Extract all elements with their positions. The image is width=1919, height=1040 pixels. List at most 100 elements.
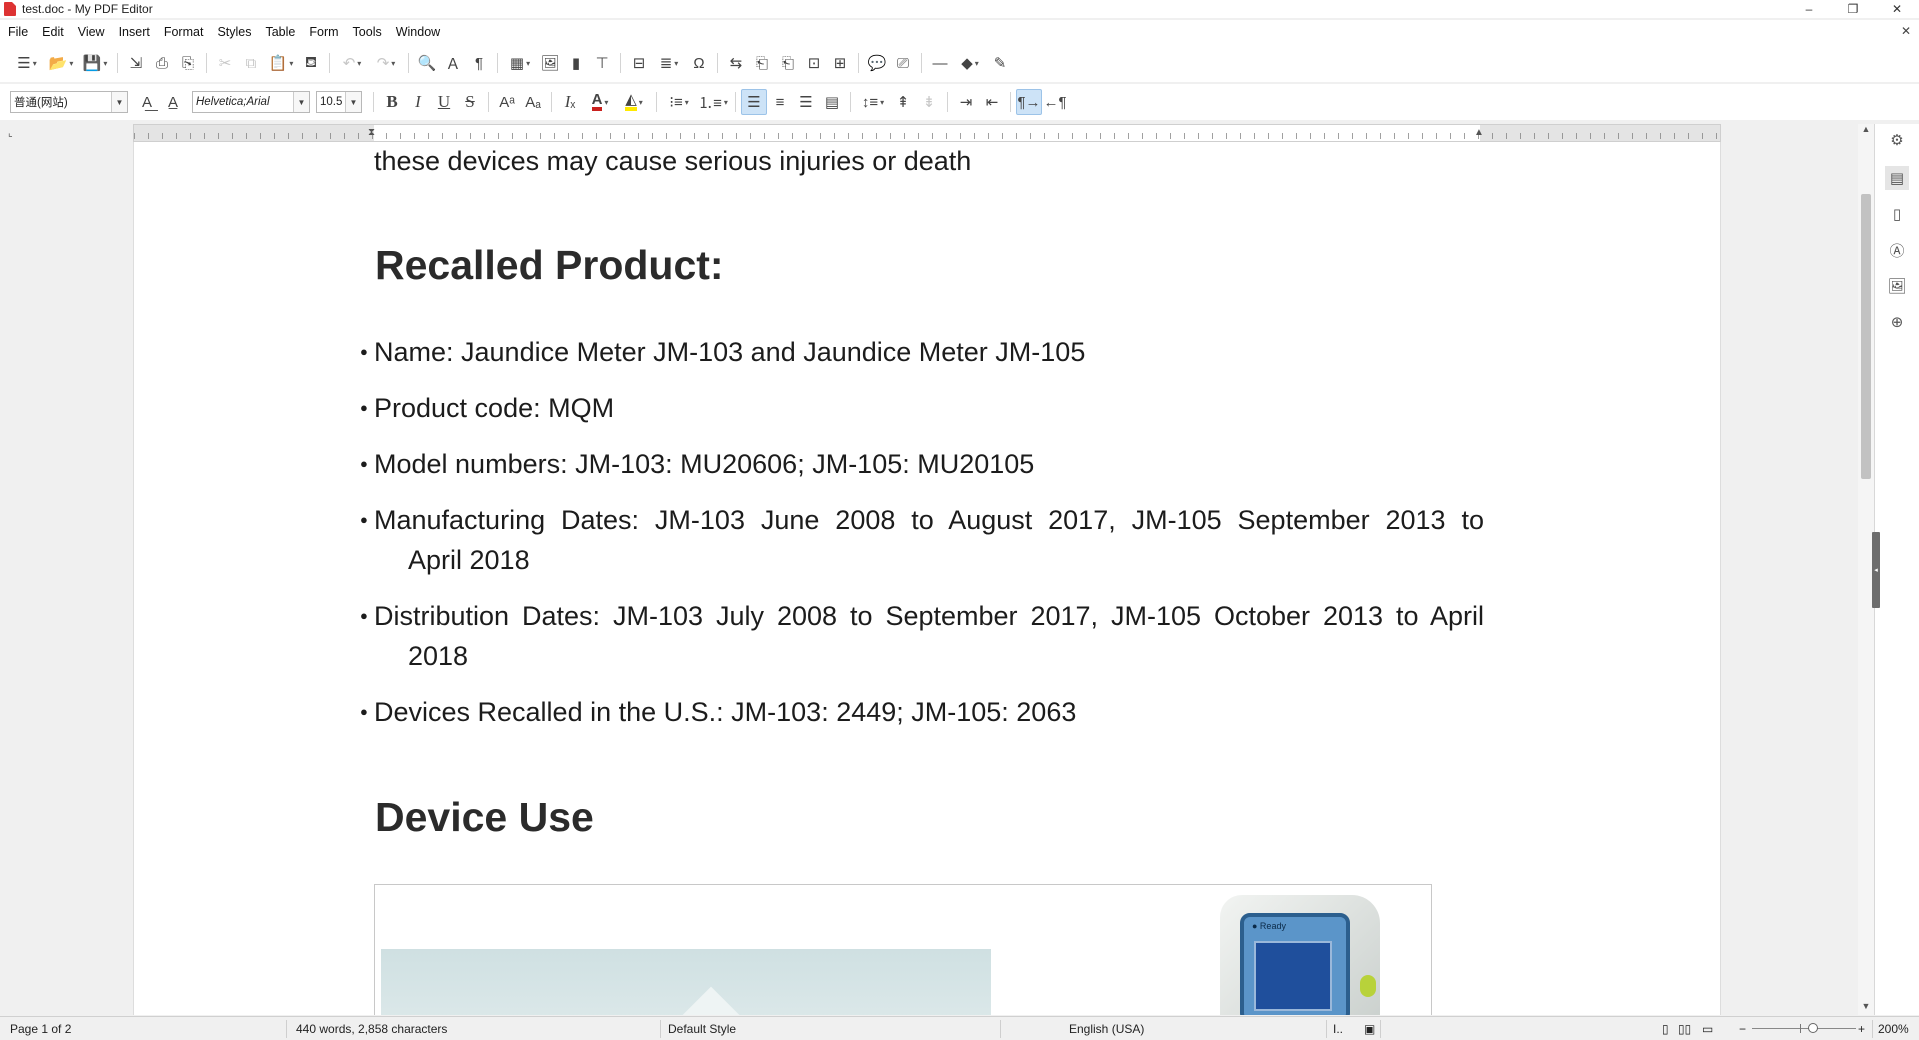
undo-icon[interactable]: ↶ [335,50,369,76]
chevron-down-icon[interactable]: ▼ [345,92,361,112]
font-color-icon[interactable]: A [583,89,617,115]
page-break-icon[interactable]: ⊟ [626,50,652,76]
single-page-view-icon[interactable]: ▯ [1662,1022,1669,1036]
track-changes-icon[interactable]: ⎚ [890,50,916,76]
properties-icon[interactable]: ▤ [1885,166,1909,190]
export-icon[interactable]: ⇲ [123,50,149,76]
comment-icon[interactable]: 💬 [864,50,890,76]
increase-paragraph-spacing-icon[interactable]: ⇞ [890,89,916,115]
underline-icon[interactable]: U [431,89,457,115]
strikethrough-icon[interactable]: S [457,89,483,115]
cut-icon[interactable]: ✂ [212,50,238,76]
word-count[interactable]: 440 words, 2,858 characters [296,1022,447,1036]
print-icon[interactable]: ⎙ [149,50,175,76]
right-indent-marker[interactable]: ▲ [1474,127,1484,138]
text-language[interactable]: English (USA) [1069,1022,1144,1036]
scroll-up-icon[interactable]: ▲ [1858,124,1874,138]
align-right-icon[interactable]: ☰ [793,89,819,115]
menu-window[interactable]: Window [389,20,447,44]
font-name-combo[interactable]: Helvetica;Arial ▼ [192,91,310,113]
menu-insert[interactable]: Insert [112,20,157,44]
find-replace-icon[interactable]: 🔍 [414,50,440,76]
numbered-list-icon[interactable]: ⒈≡ [696,89,730,115]
bold-icon[interactable]: B [379,89,405,115]
open-folder-icon[interactable]: 📂 [44,50,78,76]
tab-stop-selector[interactable]: ⌞ [8,128,13,139]
basic-shapes-icon[interactable]: ◆ [953,50,987,76]
clone-formatting-icon[interactable]: ⛾ [298,50,324,76]
menu-view[interactable]: View [71,20,112,44]
zoom-out-icon[interactable]: − [1739,1022,1746,1036]
sidebar-settings-icon[interactable]: ⚙ [1885,128,1909,152]
chevron-down-icon[interactable]: ▼ [293,92,309,112]
footnote-icon[interactable]: ⎗ [749,50,775,76]
navigator-icon[interactable]: ⊕ [1885,310,1909,334]
increase-indent-icon[interactable]: ⇥ [953,89,979,115]
update-style-icon[interactable]: A͟ [134,89,160,115]
document-page[interactable]: these devices may cause serious injuries… [133,142,1721,1015]
insert-textbox-icon[interactable]: ⊤ [589,50,615,76]
menu-file[interactable]: File [0,20,35,44]
device-image[interactable]: ● Ready [374,884,1432,1015]
cross-reference-icon[interactable]: ⊞ [827,50,853,76]
horizontal-ruler[interactable]: ⧗ ▲ [133,124,1721,142]
page-style[interactable]: Default Style [668,1022,736,1036]
insert-chart-icon[interactable]: ▮ [563,50,589,76]
font-size-combo[interactable]: 10.5 ▼ [316,91,362,113]
zoom-slider[interactable] [1752,1023,1856,1033]
insert-mode-icon[interactable]: I.. [1333,1022,1343,1036]
minimize-button[interactable]: – [1787,0,1831,18]
zoom-slider-knob[interactable] [1808,1023,1818,1033]
zoom-in-icon[interactable]: + [1858,1022,1865,1036]
line-spacing-icon[interactable]: ↕≡ [856,89,890,115]
menu-styles[interactable]: Styles [210,20,258,44]
menu-format[interactable]: Format [157,20,211,44]
new-document-icon[interactable]: ☰ [10,50,44,76]
styles-icon[interactable]: Ⓐ [1885,238,1909,262]
copy-icon[interactable]: ⧉ [238,50,264,76]
gallery-icon[interactable]: 🖼 [1885,274,1909,298]
left-indent-marker[interactable]: ⧗ [368,127,375,138]
close-button[interactable]: ✕ [1875,0,1919,18]
book-view-icon[interactable]: ▭ [1702,1022,1713,1036]
endnote-icon[interactable]: ⎗ [775,50,801,76]
special-character-icon[interactable]: Ω [686,50,712,76]
scroll-down-icon[interactable]: ▼ [1858,1001,1874,1015]
paste-icon[interactable]: 📋 [264,50,298,76]
justify-icon[interactable]: ▤ [819,89,845,115]
hyperlink-icon[interactable]: ⇆ [723,50,749,76]
menu-form[interactable]: Form [302,20,345,44]
align-center-icon[interactable]: ≡ [767,89,793,115]
close-document-button[interactable]: ✕ [1901,24,1911,38]
paragraph-style-combo[interactable]: 普通(网站) ▼ [10,91,128,113]
draw-icon[interactable]: ✎ [987,50,1013,76]
menu-table[interactable]: Table [258,20,302,44]
page-icon[interactable]: ▯ [1885,202,1909,226]
insert-table-icon[interactable]: ▦ [503,50,537,76]
save-icon[interactable]: 💾 [78,50,112,76]
highlight-color-icon[interactable]: ◭ [617,89,651,115]
menu-edit[interactable]: Edit [35,20,71,44]
chevron-down-icon[interactable]: ▼ [111,92,127,112]
zoom-level[interactable]: 200% [1878,1022,1909,1036]
superscript-icon[interactable]: Aᵃ [494,89,520,115]
bookmark-icon[interactable]: ⊡ [801,50,827,76]
menu-tools[interactable]: Tools [346,20,389,44]
multi-page-view-icon[interactable]: ▯▯ [1678,1022,1691,1036]
decrease-indent-icon[interactable]: ⇤ [979,89,1005,115]
restore-button[interactable]: ❐ [1831,0,1875,18]
redo-icon[interactable]: ↷ [369,50,403,76]
scroll-thumb[interactable] [1861,194,1871,479]
insert-line-icon[interactable]: — [927,50,953,76]
align-left-icon[interactable]: ☰ [741,89,767,115]
right-to-left-icon[interactable]: ←¶ [1042,89,1068,115]
subscript-icon[interactable]: Aₐ [520,89,546,115]
bullet-list-icon[interactable]: ⁝≡ [662,89,696,115]
new-style-icon[interactable]: A̲ [160,89,186,115]
insert-field-icon[interactable]: ≣ [652,50,686,76]
italic-icon[interactable]: I [405,89,431,115]
insert-image-icon[interactable]: 🖼 [537,50,563,76]
clear-formatting-icon[interactable]: Iₓ [557,89,583,115]
page-count[interactable]: Page 1 of 2 [10,1022,71,1036]
collapse-sidebar-handle[interactable]: ◂ [1872,532,1880,608]
